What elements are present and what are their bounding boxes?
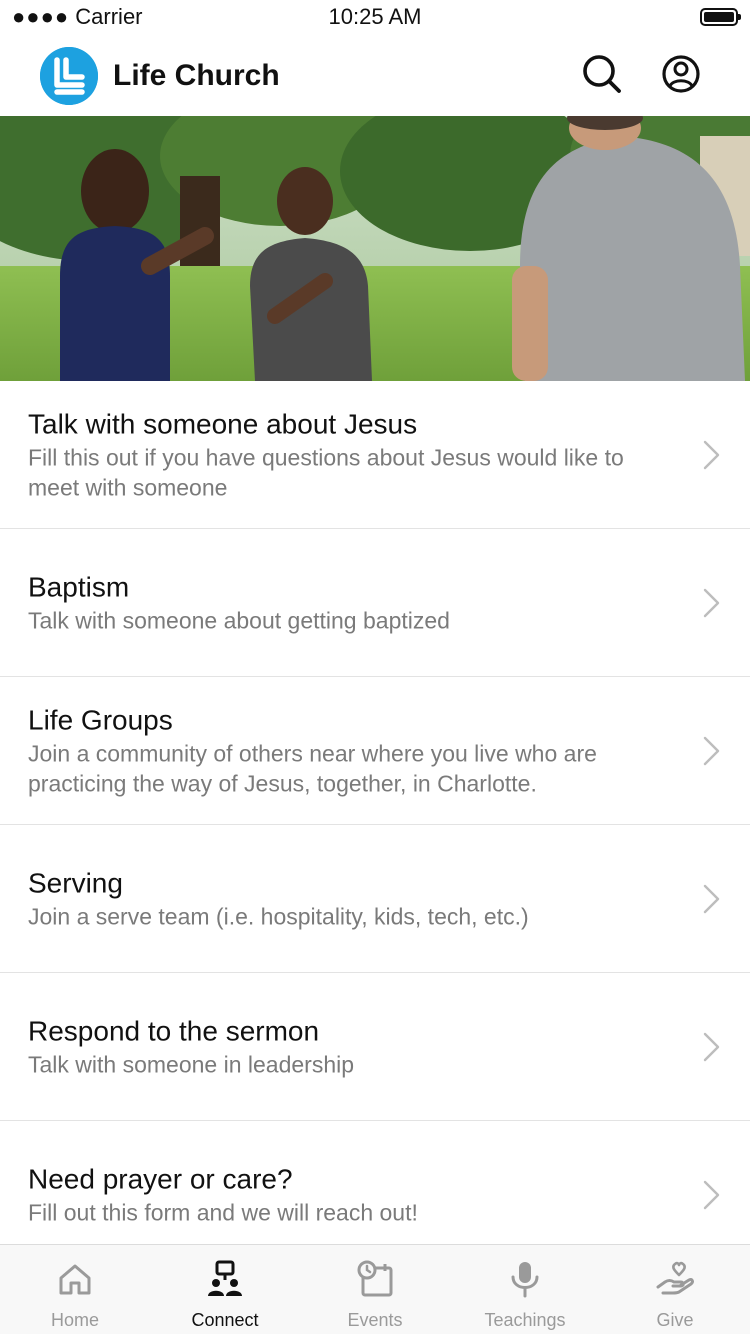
list-item-description: Talk with someone in leadership [28,1051,355,1077]
list-item-description: Talk with someone about getting baptized [28,607,450,633]
list-item-description: Fill this out if you have questions abou… [28,444,624,500]
signal-icon: ●●●● [12,4,70,29]
chevron-right-icon [703,1180,720,1209]
list-item-life-groups[interactable]: Life Groups Join a community of others n… [0,677,750,825]
list-item-title: Baptism [28,571,130,602]
list-item-title: Talk with someone about Jesus [28,408,418,439]
battery-icon [700,8,741,26]
list-item-title: Respond to the sermon [28,1015,320,1046]
list-item-baptism[interactable]: Baptism Talk with someone about getting … [0,529,750,677]
status-bar: ●●●● Carrier 10:25 AM [0,0,750,36]
chevron-right-icon [703,884,720,913]
account-button[interactable] [659,52,703,96]
search-icon [583,55,621,93]
calendar-icon [357,1260,393,1297]
search-button[interactable] [580,52,624,96]
list-item-description: Join a community of others near where yo… [28,740,597,796]
list-item-title: Need prayer or care? [28,1163,293,1194]
app-title: Life Church [113,59,280,92]
list-item-title: Serving [28,867,123,898]
list-item-talk-about-jesus[interactable]: Talk with someone about Jesus Fill this … [0,381,750,529]
list-item-text: Need prayer or care? Fill out this form … [28,1162,680,1227]
app-logo [40,47,98,105]
tab-label: Events [347,1310,403,1330]
logo-mark-icon [40,47,98,105]
tab-connect[interactable]: Connect [150,1245,300,1334]
tab-label: Home [50,1310,99,1330]
carrier-label: ●●●● Carrier [12,6,143,28]
tab-label: Give [656,1310,694,1330]
hero-photo [0,116,750,381]
chevron-right-icon [703,736,720,765]
list-item-serving[interactable]: Serving Join a serve team (i.e. hospital… [0,825,750,973]
tab-label: Teachings [484,1310,566,1330]
connect-list: Talk with someone about Jesus Fill this … [0,381,750,1269]
chevron-right-icon [703,1032,720,1061]
chevron-right-icon [703,440,720,469]
microphone-icon [511,1262,539,1298]
hero-image [0,116,750,381]
list-item-text: Baptism Talk with someone about getting … [28,570,680,635]
give-icon [656,1261,694,1295]
list-item-text: Respond to the sermon Talk with someone … [28,1014,680,1079]
list-item-text: Life Groups Join a community of others n… [28,703,680,798]
tab-label: Connect [191,1310,259,1330]
app-header: Life Church [0,36,750,116]
status-time: 10:25 AM [328,4,422,29]
tab-home[interactable]: Home [0,1245,150,1334]
list-item-description: Join a serve team (i.e. hospitality, kid… [28,903,529,929]
list-item-respond-to-sermon[interactable]: Respond to the sermon Talk with someone … [0,973,750,1121]
account-icon [662,55,700,93]
connect-icon [208,1260,242,1296]
chevron-right-icon [703,588,720,617]
list-item-text: Serving Join a serve team (i.e. hospital… [28,866,680,931]
carrier-text: Carrier [75,4,143,29]
tab-events[interactable]: Events [300,1245,450,1334]
tab-teachings[interactable]: Teachings [450,1245,600,1334]
tab-give[interactable]: Give [600,1245,750,1334]
tab-bar: Home Connect Events Teachings Give [0,1244,750,1334]
list-item-description: Fill out this form and we will reach out… [28,1199,418,1225]
home-icon [59,1264,91,1295]
list-item-text: Talk with someone about Jesus Fill this … [28,407,680,502]
list-item-title: Life Groups [28,704,173,735]
